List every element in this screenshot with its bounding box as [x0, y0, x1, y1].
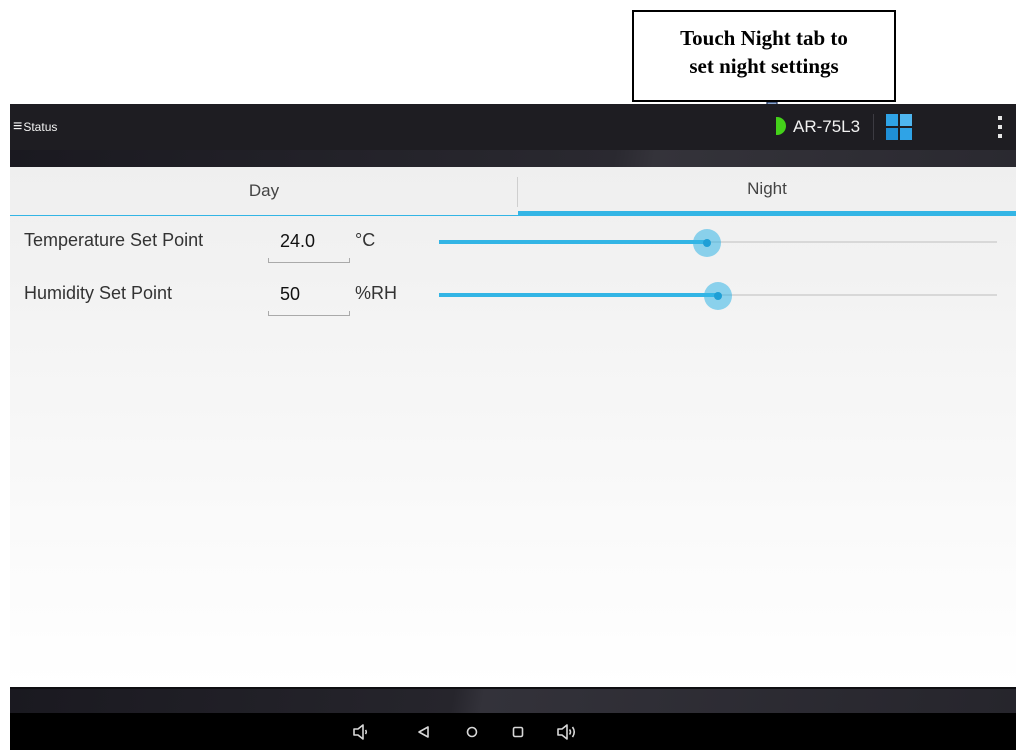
- action-bar-title: Status: [23, 120, 58, 134]
- temperature-slider-thumb[interactable]: [693, 229, 721, 257]
- action-bar: ≡ Status AR-75L3: [10, 104, 1016, 150]
- hamburger-icon: ≡: [13, 118, 23, 135]
- humidity-label: Humidity Set Point: [24, 283, 173, 303]
- status-menu-button[interactable]: ≡ Status: [13, 104, 57, 150]
- humidity-setpoint-row: Humidity Set Point %RH: [10, 275, 1016, 316]
- home-icon[interactable]: [452, 713, 492, 750]
- overflow-menu-icon[interactable]: [992, 116, 1008, 138]
- action-bar-divider: [873, 114, 874, 140]
- annotation-callout: Touch Night tab to set night settings: [632, 10, 896, 102]
- humidity-unit: %RH: [355, 283, 398, 303]
- volume-down-icon[interactable]: [341, 713, 381, 750]
- temperature-slider[interactable]: [439, 222, 997, 262]
- callout-line-1: Touch Night tab to: [680, 26, 848, 50]
- temperature-unit: °C: [355, 230, 376, 250]
- temperature-input-underline: [268, 258, 350, 263]
- device-name[interactable]: AR-75L3: [793, 104, 860, 150]
- tab-night[interactable]: Night: [518, 167, 1016, 216]
- tiles-icon[interactable]: [886, 114, 912, 140]
- header-shadow-strip: [10, 150, 1016, 167]
- system-nav-bar: [10, 713, 1016, 750]
- humidity-input[interactable]: [268, 277, 350, 311]
- device-status-indicator: [776, 117, 786, 135]
- humidity-input-underline: [268, 311, 350, 316]
- callout-line-2: set night settings: [689, 54, 839, 78]
- back-icon[interactable]: [403, 713, 443, 750]
- volume-up-icon[interactable]: [547, 713, 587, 750]
- bottom-shadow-strip: [10, 687, 1016, 713]
- humidity-slider-fill: [439, 293, 718, 297]
- tab-bar: Day Night: [10, 167, 1016, 216]
- recents-icon[interactable]: [498, 713, 538, 750]
- main-content: Day Night Temperature Set Point °C Humid…: [10, 167, 1016, 687]
- temperature-label: Temperature Set Point: [24, 230, 204, 250]
- temperature-setpoint-row: Temperature Set Point °C: [10, 222, 1016, 263]
- tab-day[interactable]: Day: [10, 167, 518, 216]
- humidity-slider[interactable]: [439, 275, 997, 315]
- temperature-input[interactable]: [268, 224, 350, 258]
- temperature-slider-fill: [439, 240, 707, 244]
- humidity-slider-thumb[interactable]: [704, 282, 732, 310]
